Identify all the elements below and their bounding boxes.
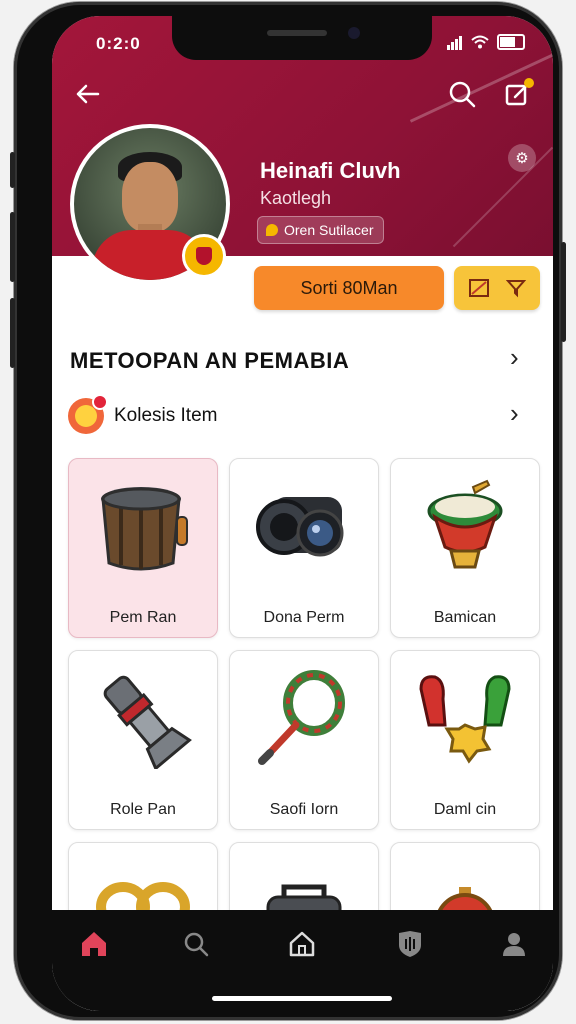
item-label: Pem Ran	[109, 609, 177, 626]
profile-name: Heinafi Cluvh	[260, 158, 401, 183]
item-label: Role Pan	[110, 801, 176, 818]
profile-handle: Kaotlegh	[260, 188, 332, 208]
item-label: Bamican	[433, 609, 497, 626]
search-icon[interactable]	[446, 78, 478, 110]
back-arrow-icon[interactable]	[72, 78, 104, 110]
charms-icon	[419, 675, 511, 764]
flame-icon	[266, 224, 278, 236]
card-icon	[469, 279, 489, 297]
profile-chip[interactable]: Oren Sutilacer	[257, 216, 385, 244]
volume-up-button	[10, 212, 15, 282]
item-card[interactable]: Dona Perm	[229, 458, 379, 638]
item-card[interactable]: Role Pan	[68, 650, 218, 830]
item-label: Daml cin	[433, 801, 497, 818]
gear-icon[interactable]: ⚙	[508, 144, 536, 172]
mute-switch	[10, 152, 15, 188]
secondary-action-button[interactable]	[454, 266, 540, 310]
house-icon[interactable]	[284, 926, 320, 962]
screen: 0:2:0 Heinafi Cluvh Kaotlegh Oren Sutila…	[52, 16, 553, 1011]
club-crest-icon	[182, 234, 226, 278]
notch	[172, 16, 432, 60]
item-label: Saofi Iorn	[269, 801, 339, 818]
volume-down-button	[10, 298, 15, 368]
bottom-nav	[52, 910, 553, 1011]
search-icon[interactable]	[178, 926, 214, 962]
item-card[interactable]: Bamican	[390, 458, 540, 638]
primary-action-button[interactable]: Sorti 80Man	[254, 266, 444, 310]
item-card[interactable]: Saofi Iorn	[229, 650, 379, 830]
home-icon[interactable]	[76, 926, 112, 962]
collection-row[interactable]: Kolesis Item	[68, 394, 218, 436]
battery-icon	[497, 34, 525, 50]
power-button	[561, 242, 566, 342]
collection-chevron-right-icon[interactable]: ›	[510, 398, 519, 429]
status-icons	[447, 34, 525, 50]
item-card[interactable]: Daml cin	[390, 650, 540, 830]
item-label: Dona Perm	[263, 609, 345, 626]
profile-icon[interactable]	[496, 926, 532, 962]
edit-icon[interactable]	[502, 78, 534, 110]
phone-frame: 0:2:0 Heinafi Cluvh Kaotlegh Oren Sutila…	[10, 2, 566, 1020]
home-indicator[interactable]	[212, 996, 392, 1001]
filter-icon	[506, 280, 526, 298]
status-time: 0:2:0	[96, 34, 141, 53]
wifi-icon	[471, 35, 489, 49]
item-card[interactable]: Pem Ran	[68, 458, 218, 638]
signal-icon	[447, 34, 463, 50]
section-title: METOOPAN AN PEMABIA	[70, 348, 350, 373]
horn-icon	[103, 675, 192, 769]
camera-icon	[256, 497, 344, 557]
barrel-icon	[101, 487, 188, 571]
shield-icon[interactable]	[392, 926, 428, 962]
rope-racket-icon	[258, 670, 345, 765]
section-chevron-right-icon[interactable]: ›	[510, 342, 519, 373]
profile-chip-label: Oren Sutilacer	[284, 222, 374, 238]
bowl-icon	[427, 479, 503, 569]
collection-label: Kolesis Item	[114, 405, 218, 426]
smiley-icon	[68, 394, 108, 434]
